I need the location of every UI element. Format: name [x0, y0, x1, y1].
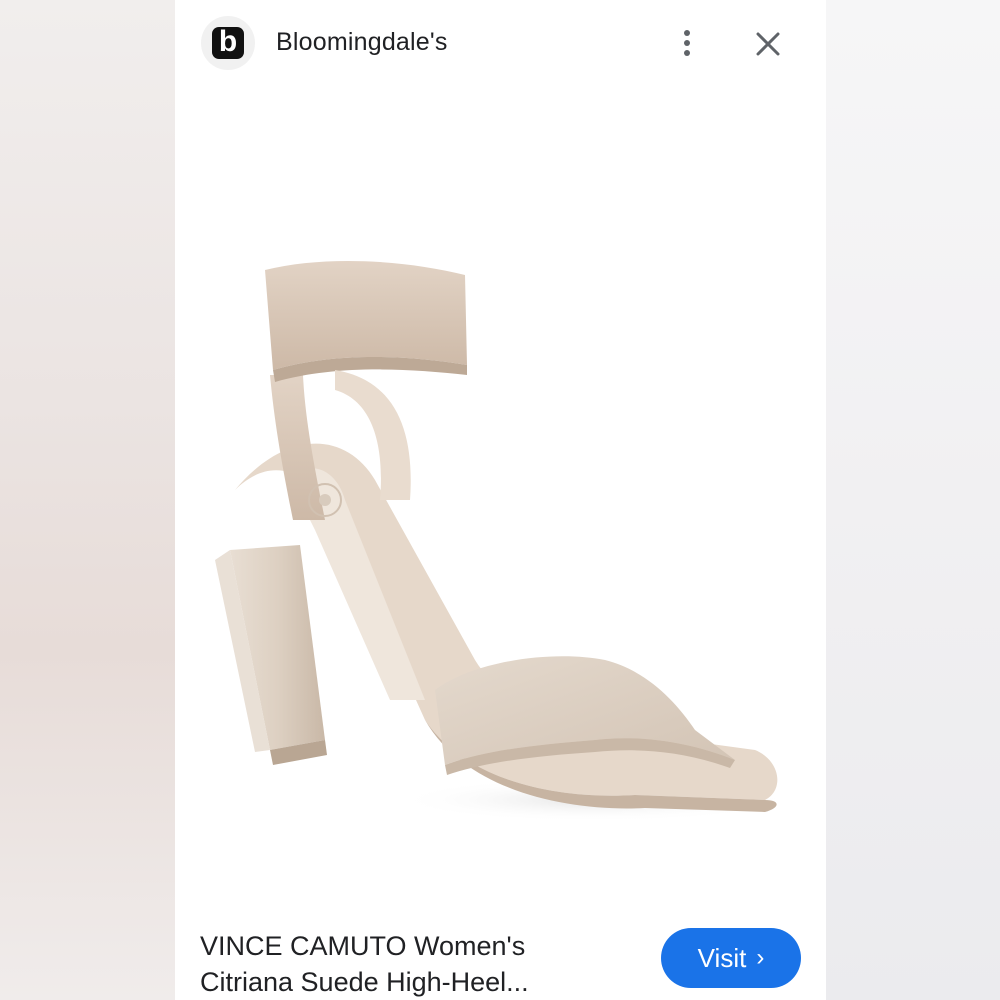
source-name[interactable]: Bloomingdale's	[276, 28, 448, 57]
source-logo-letter: b	[212, 27, 244, 59]
product-title-line-1: VINCE CAMUTO Women's	[200, 931, 526, 961]
background-left-blur	[0, 0, 175, 1000]
product-title-line-2: Citriana Suede High-Heel...	[200, 967, 529, 997]
source-logo[interactable]: b	[201, 16, 255, 70]
more-options-icon[interactable]	[672, 24, 702, 62]
background-right-blur	[826, 0, 1000, 1000]
visit-button-label: Visit	[697, 942, 747, 973]
preview-header: b Bloomingdale's	[175, 0, 826, 86]
product-image[interactable]	[175, 100, 826, 900]
close-icon[interactable]	[750, 26, 786, 62]
visit-button[interactable]: Visit ›	[661, 928, 801, 988]
chevron-right-icon: ›	[756, 944, 765, 971]
product-title[interactable]: VINCE CAMUTO Women's Citriana Suede High…	[200, 928, 620, 1000]
image-preview-card: b Bloomingdale's VINCE CAMUTO Women's Ci…	[175, 0, 826, 1000]
